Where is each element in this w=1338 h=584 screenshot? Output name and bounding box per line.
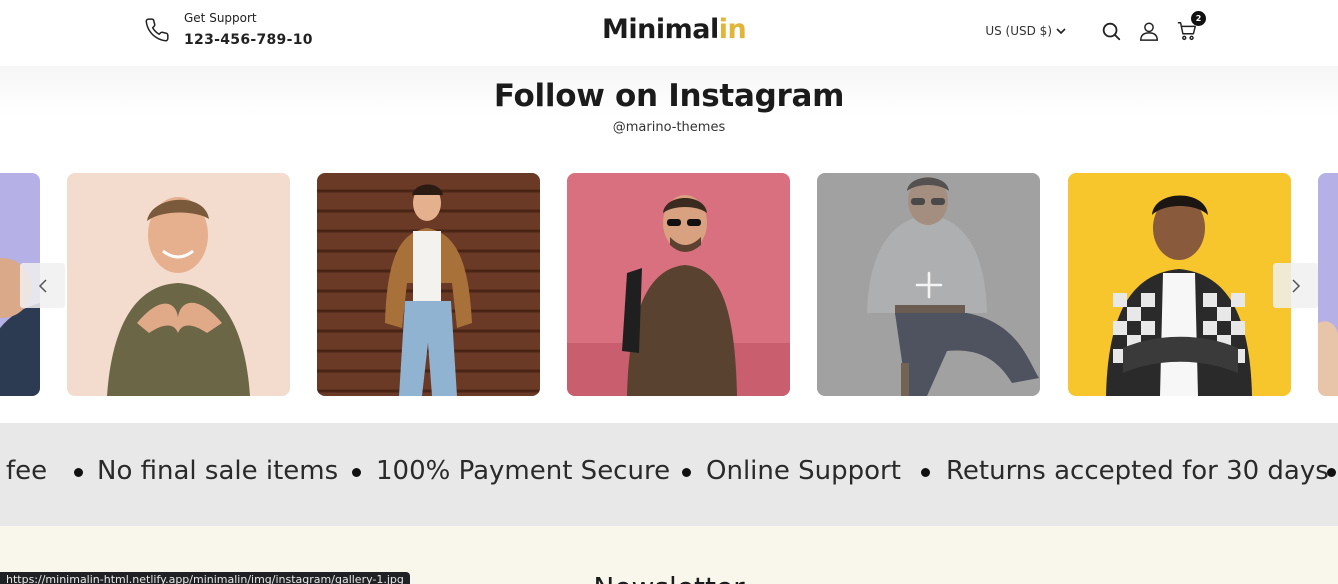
bullet-dot bbox=[921, 468, 930, 477]
cart-count-badge: 2 bbox=[1191, 11, 1206, 26]
site-logo[interactable]: Minimalin bbox=[602, 14, 747, 45]
marquee-item: Returns accepted for 30 days bbox=[946, 456, 1329, 486]
bullet-dot bbox=[352, 468, 361, 477]
instagram-tile[interactable] bbox=[567, 173, 790, 396]
currency-selector[interactable]: US (USD $) bbox=[985, 24, 1066, 38]
cart-icon[interactable]: 2 bbox=[1176, 11, 1206, 42]
instagram-handle[interactable]: @marino-themes bbox=[0, 120, 1338, 135]
carousel-next-button[interactable] bbox=[1273, 263, 1318, 308]
bullet-dot bbox=[1327, 468, 1336, 477]
marquee-item: Online Support bbox=[706, 456, 901, 486]
page: Get Support 123-456-789-10 Minimalin US … bbox=[0, 0, 1338, 584]
marquee-item: No final sale items bbox=[97, 456, 339, 486]
instagram-tile[interactable] bbox=[317, 173, 540, 396]
chevron-down-icon bbox=[1056, 28, 1066, 35]
currency-label: US (USD $) bbox=[985, 24, 1052, 38]
site-header: Get Support 123-456-789-10 Minimalin US … bbox=[0, 0, 1338, 66]
logo-accent: in bbox=[718, 14, 747, 45]
features-marquee: fee No final sale items 100% Payment Sec… bbox=[0, 423, 1338, 526]
instagram-tile[interactable] bbox=[67, 173, 290, 396]
support-label: Get Support bbox=[184, 11, 257, 25]
search-icon[interactable] bbox=[1100, 20, 1122, 42]
bullet-dot bbox=[74, 468, 83, 477]
tile-hover-overlay bbox=[817, 173, 1040, 396]
user-icon[interactable] bbox=[1138, 20, 1160, 42]
marquee-item: 100% Payment Secure bbox=[376, 456, 671, 486]
phone-icon bbox=[144, 17, 170, 43]
carousel-prev-button[interactable] bbox=[20, 263, 65, 308]
chevron-left-icon bbox=[38, 278, 47, 293]
header-actions: US (USD $) 2 bbox=[985, 11, 1206, 44]
instagram-tile[interactable] bbox=[1318, 173, 1338, 396]
support-block[interactable]: Get Support 123-456-789-10 bbox=[144, 10, 313, 50]
plus-icon bbox=[915, 271, 942, 298]
section-title: Follow on Instagram bbox=[493, 78, 845, 114]
bullet-dot bbox=[682, 468, 691, 477]
marquee-item: fee bbox=[6, 456, 48, 486]
chevron-right-icon bbox=[1291, 278, 1300, 293]
support-phone[interactable]: 123-456-789-10 bbox=[184, 30, 313, 50]
instagram-tile[interactable] bbox=[817, 173, 1040, 396]
instagram-tile[interactable] bbox=[1068, 173, 1291, 396]
browser-status-url: https://minimalin-html.netlify.app/minim… bbox=[0, 572, 410, 584]
instagram-section: Follow on Instagram @marino-themes bbox=[0, 66, 1338, 423]
logo-main: Minimal bbox=[602, 14, 719, 45]
